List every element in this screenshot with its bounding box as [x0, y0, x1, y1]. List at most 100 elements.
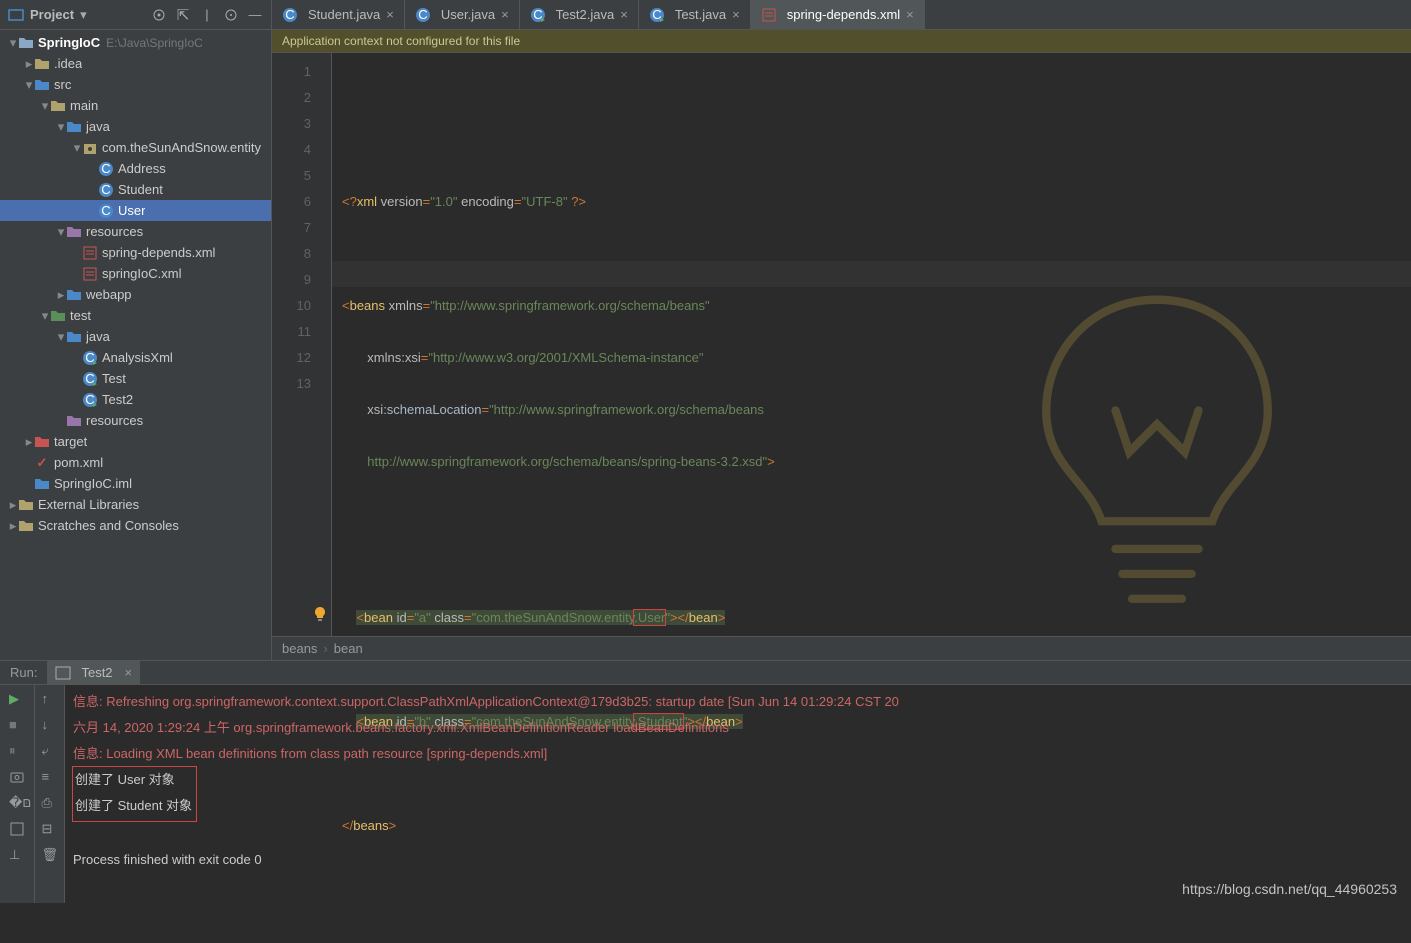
run-tab[interactable]: Test2× — [47, 661, 140, 684]
tag-beans: beans — [350, 298, 385, 313]
svg-text:C: C — [285, 7, 294, 22]
expand-arrow[interactable]: ▾ — [56, 224, 66, 240]
expand-arrow[interactable]: ▾ — [56, 119, 66, 135]
collapse-icon[interactable]: ⇱ — [175, 7, 191, 23]
svg-text:✓: ✓ — [37, 455, 48, 470]
tree-item-src[interactable]: ▾src — [0, 74, 271, 95]
tree-item-webapp[interactable]: ▸webapp — [0, 284, 271, 305]
svg-text:C: C — [101, 161, 110, 176]
editor-tabs: CStudent.java×CUser.java×CTest2.java×CTe… — [272, 0, 1411, 30]
console-line: Process finished with exit code 0 — [73, 847, 1403, 873]
intention-bulb-icon[interactable] — [312, 605, 328, 621]
tree-item-test[interactable]: ▾test — [0, 305, 271, 326]
package-icon — [82, 140, 98, 156]
expand-arrow[interactable]: ▸ — [8, 518, 18, 534]
run-tool-window: Run: Test2× ▶ ■ ⏸ �םּ ⊥ ↑ ↓ ⤶ ≡ ⎙ ⊟ 🗑 信息… — [0, 660, 1411, 903]
expand-arrow[interactable]: ▸ — [56, 287, 66, 303]
tree-item-java[interactable]: ▾java — [0, 326, 271, 347]
run-label: Run: — [0, 665, 47, 680]
trash-icon[interactable]: 🗑 — [42, 847, 58, 863]
class-run-icon: C — [82, 392, 98, 408]
rerun-icon[interactable]: ▶ — [9, 691, 25, 707]
close-icon[interactable]: × — [501, 7, 509, 22]
layout-icon[interactable] — [9, 821, 25, 837]
pin-icon[interactable]: ⊥ — [9, 847, 25, 863]
gutter[interactable]: 12345678910111213 — [272, 53, 332, 636]
down-icon[interactable]: ↓ — [42, 717, 58, 733]
tree-item--idea[interactable]: ▸.idea — [0, 53, 271, 74]
tree-item-test[interactable]: CTest — [0, 368, 271, 389]
console-line: 信息: Refreshing org.springframework.conte… — [73, 689, 1403, 715]
pause-icon[interactable]: ⏸ — [9, 743, 25, 759]
expand-arrow[interactable]: ▾ — [40, 98, 50, 114]
expand-arrow[interactable]: ▾ — [8, 35, 18, 51]
expand-arrow[interactable]: ▾ — [40, 308, 50, 324]
tab-test2-java[interactable]: CTest2.java× — [520, 0, 639, 29]
target-icon[interactable] — [151, 7, 167, 23]
close-icon[interactable]: × — [906, 7, 914, 22]
scroll-icon[interactable]: ≡ — [42, 769, 58, 785]
tree-item-resources[interactable]: ▾resources — [0, 221, 271, 242]
exit-icon[interactable]: �םּ — [9, 795, 25, 811]
folder-icon — [34, 56, 50, 72]
tab-test-java[interactable]: CTest.java× — [639, 0, 751, 29]
project-title[interactable]: Project — [30, 7, 74, 22]
tree-item-springioc-xml[interactable]: springIoC.xml — [0, 263, 271, 284]
xml-icon — [82, 266, 98, 282]
lib-icon — [18, 497, 34, 513]
print-icon[interactable]: ⎙ — [42, 795, 58, 811]
expand-arrow[interactable]: ▾ — [56, 329, 66, 345]
svg-text:C: C — [101, 203, 110, 218]
divider-icon: | — [199, 7, 215, 23]
expand-arrow[interactable]: ▾ — [24, 77, 34, 93]
tree-item-main[interactable]: ▾main — [0, 95, 271, 116]
hide-icon[interactable]: — — [247, 7, 263, 23]
clear-icon[interactable]: ⊟ — [42, 821, 58, 837]
stop-icon[interactable]: ■ — [9, 717, 25, 733]
run-toolbar-left2: ↑ ↓ ⤶ ≡ ⎙ ⊟ 🗑 — [35, 685, 65, 903]
tree-item-scratches-and-consoles[interactable]: ▸Scratches and Consoles — [0, 515, 271, 536]
tree-item-student[interactable]: CStudent — [0, 179, 271, 200]
close-icon[interactable]: × — [125, 665, 133, 680]
breadcrumb-item[interactable]: beans — [282, 641, 317, 656]
settings-icon[interactable] — [223, 7, 239, 23]
code-editor[interactable]: <?xml version="1.0" encoding="UTF-8" ?> … — [332, 53, 1411, 636]
tree-item-pom-xml[interactable]: ✓pom.xml — [0, 452, 271, 473]
tree-item-com-thesunandsnow-entity[interactable]: ▾com.theSunAndSnow.entity — [0, 137, 271, 158]
tree-item-external-libraries[interactable]: ▸External Libraries — [0, 494, 271, 515]
tree-item-target[interactable]: ▸target — [0, 431, 271, 452]
close-icon[interactable]: × — [620, 7, 628, 22]
expand-arrow[interactable]: ▸ — [24, 434, 34, 450]
tree-item-analysisxml[interactable]: CAnalysisXml — [0, 347, 271, 368]
tree-item-user[interactable]: CUser — [0, 200, 271, 221]
wrap-icon[interactable]: ⤶ — [42, 743, 58, 759]
close-icon[interactable]: × — [386, 7, 394, 22]
class-icon: C — [415, 7, 431, 23]
editor-area: CStudent.java×CUser.java×CTest2.java×CTe… — [272, 0, 1411, 660]
tree-item-test2[interactable]: CTest2 — [0, 389, 271, 410]
context-banner[interactable]: Application context not configured for t… — [272, 30, 1411, 53]
tree-item-springioc[interactable]: ▾SpringIoCE:\Java\SpringIoC — [0, 32, 271, 53]
tree-item-springioc-iml[interactable]: SpringIoC.iml — [0, 473, 271, 494]
console-line: 创建了 Student 对象 — [75, 793, 192, 819]
watermark: https://blog.csdn.net/qq_44960253 — [1182, 881, 1397, 897]
console-output[interactable]: 信息: Refreshing org.springframework.conte… — [65, 685, 1411, 903]
up-icon[interactable]: ↑ — [42, 691, 58, 707]
tab-student-java[interactable]: CStudent.java× — [272, 0, 405, 29]
expand-arrow[interactable]: ▾ — [72, 140, 82, 156]
tree-item-address[interactable]: CAddress — [0, 158, 271, 179]
project-tree[interactable]: ▾SpringIoCE:\Java\SpringIoC▸.idea▾src▾ma… — [0, 30, 271, 660]
expand-arrow[interactable]: ▸ — [8, 497, 18, 513]
console-highlight-box: 创建了 User 对象创建了 Student 对象 — [73, 767, 196, 821]
tree-item-java[interactable]: ▾java — [0, 116, 271, 137]
camera-icon[interactable] — [9, 769, 25, 785]
tab-user-java[interactable]: CUser.java× — [405, 0, 520, 29]
project-header: Project ▾ ⇱ | — — [0, 0, 271, 30]
console-line: 六月 14, 2020 1:29:24 上午 org.springframewo… — [73, 715, 1403, 741]
tree-item-spring-depends-xml[interactable]: spring-depends.xml — [0, 242, 271, 263]
close-icon[interactable]: × — [732, 7, 740, 22]
class-icon: C — [98, 182, 114, 198]
expand-arrow[interactable]: ▸ — [24, 56, 34, 72]
tab-spring-depends-xml[interactable]: spring-depends.xml× — [751, 0, 925, 29]
tree-item-resources[interactable]: resources — [0, 410, 271, 431]
